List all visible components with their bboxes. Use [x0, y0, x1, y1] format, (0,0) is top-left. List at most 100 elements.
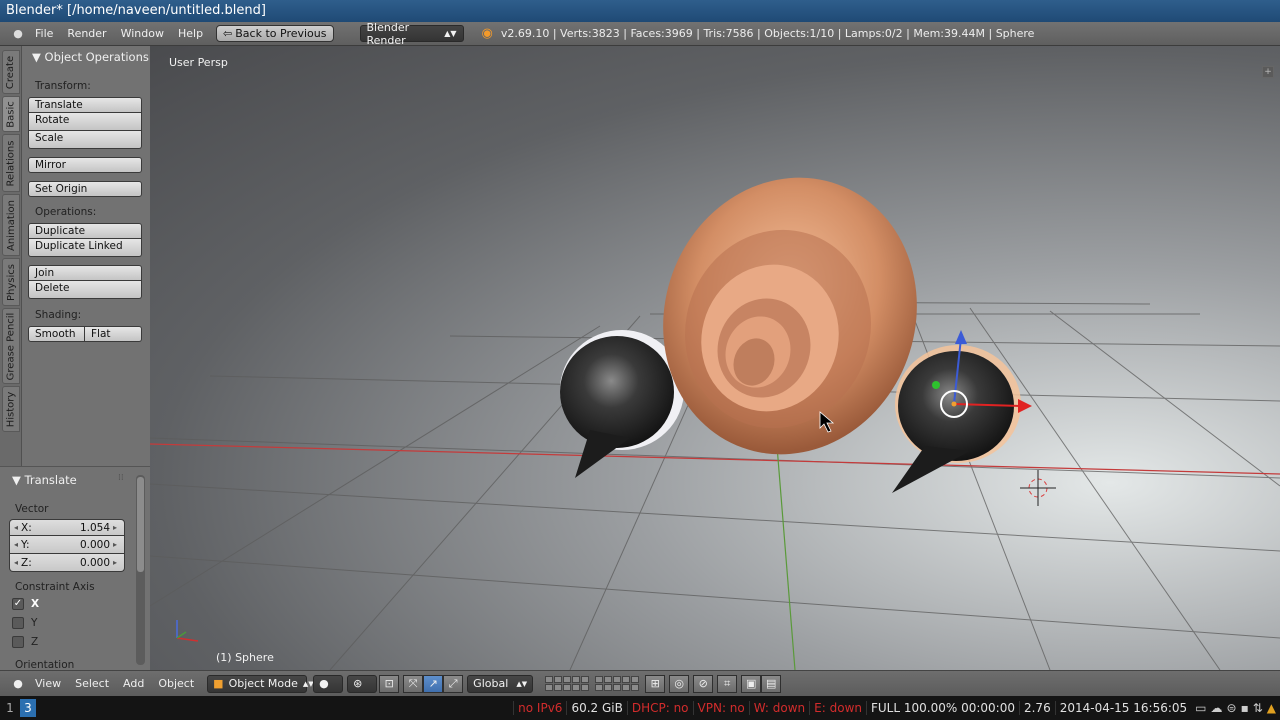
- transform-label: Transform:: [35, 80, 91, 92]
- layer-buttons-2[interactable]: [595, 676, 640, 691]
- cloud-icon[interactable]: ☁: [1211, 701, 1223, 715]
- translate-manipulator-icon[interactable]: ⤧: [403, 674, 424, 693]
- vector-z-field[interactable]: ◂ Z: 0.000 ▸: [9, 554, 125, 572]
- menu-select[interactable]: Select: [68, 677, 116, 690]
- properties-toggle-icon[interactable]: +: [1262, 66, 1274, 78]
- window-title: Blender* [/home/naveen/untitled.blend]: [0, 0, 1280, 22]
- snap-element-icon[interactable]: ⌗: [717, 674, 738, 693]
- menu-window[interactable]: Window: [114, 27, 171, 40]
- duplicate-linked-button[interactable]: Duplicate Linked: [28, 239, 142, 257]
- system-tray: ▭ ☁ ⊜ ▪ ⇅ ▲: [1191, 701, 1280, 715]
- mode-select[interactable]: ■ Object Mode ▲▼: [207, 674, 314, 693]
- render-engine-select[interactable]: Blender Render ▲▼: [359, 21, 464, 47]
- workspace-3[interactable]: 3: [20, 699, 36, 717]
- constraint-x-checkbox[interactable]: ✓ X: [12, 598, 39, 610]
- tab-physics[interactable]: Physics: [2, 258, 20, 306]
- opengl-render-icon[interactable]: ▣: [741, 674, 762, 693]
- 3d-cursor: [1020, 470, 1056, 506]
- tab-grease-pencil[interactable]: Grease Pencil: [2, 308, 20, 384]
- orientation-label: Orientation: [15, 659, 75, 670]
- shading-label: Shading:: [35, 309, 82, 321]
- vector-y-field[interactable]: ◂ Y: 0.000 ▸: [9, 536, 125, 554]
- vector-label: Vector: [15, 503, 49, 515]
- network-icon[interactable]: ⇅: [1253, 701, 1263, 715]
- increment-arrow-icon[interactable]: ▸: [113, 540, 120, 549]
- increment-arrow-icon[interactable]: ▸: [113, 523, 120, 532]
- operator-panel-header[interactable]: ▼ Translate: [12, 473, 77, 487]
- dhcp-status: DHCP: no: [626, 701, 693, 715]
- 3d-viewport[interactable]: User Persp (1) Sphere +: [150, 46, 1280, 670]
- menu-add[interactable]: Add: [116, 677, 151, 690]
- viewport-shading-select[interactable]: ●: [313, 674, 344, 693]
- ipv6-status: no IPv6: [513, 701, 566, 715]
- scrollbar-thumb[interactable]: [137, 477, 144, 572]
- layer-buttons[interactable]: [545, 676, 590, 691]
- tab-relations[interactable]: Relations: [2, 134, 20, 192]
- decrement-arrow-icon[interactable]: ◂: [14, 540, 21, 549]
- cube-icon: ■: [213, 677, 224, 690]
- scene-stats: v2.69.10 | Verts:3823 | Faces:3969 | Tri…: [500, 27, 1035, 40]
- tab-animation[interactable]: Animation: [2, 194, 20, 256]
- vector-x-field[interactable]: ◂ X: 1.054 ▸: [9, 519, 125, 536]
- update-icon[interactable]: ⊜: [1227, 701, 1237, 715]
- object-operations-header[interactable]: ▼ Object Operations: [32, 50, 149, 64]
- duplicate-button[interactable]: Duplicate: [28, 223, 142, 239]
- tool-shelf-tabs: Create Basic Relations Animation Physics…: [0, 46, 22, 466]
- constraint-z-checkbox[interactable]: Z: [12, 636, 38, 648]
- smooth-button[interactable]: Smooth: [28, 326, 85, 342]
- x-axis-line: [150, 443, 1280, 475]
- info-header: ● File Render Window Help ⇦ Back to Prev…: [0, 21, 1280, 47]
- decrement-arrow-icon[interactable]: ◂: [14, 523, 21, 532]
- decrement-arrow-icon[interactable]: ◂: [14, 558, 21, 567]
- proportional-edit-icon[interactable]: ◎: [669, 674, 690, 693]
- increment-arrow-icon[interactable]: ▸: [113, 558, 120, 567]
- ethernet-status: E: down: [809, 701, 866, 715]
- constraint-y-checkbox[interactable]: Y: [12, 617, 37, 629]
- scale-manipulator-icon[interactable]: ⤢: [443, 674, 464, 693]
- wifi-status: W: down: [748, 701, 809, 715]
- flat-button[interactable]: Flat: [85, 326, 142, 342]
- rotate-manipulator-icon[interactable]: ↗: [423, 674, 444, 693]
- view-axis-widget: [176, 620, 199, 642]
- menu-object[interactable]: Object: [151, 677, 201, 690]
- constraint-axis-label: Constraint Axis: [15, 581, 95, 593]
- mirror-button[interactable]: Mirror: [28, 157, 142, 173]
- datetime-status: 2014-04-15 16:56:05: [1054, 701, 1191, 715]
- editor-type-icon[interactable]: ●: [8, 27, 28, 40]
- manipulator-toggle-icon[interactable]: ⊡: [379, 674, 400, 693]
- pivot-point-select[interactable]: ⊛: [347, 674, 378, 693]
- menu-view[interactable]: View: [28, 677, 68, 690]
- menu-file[interactable]: File: [28, 27, 60, 40]
- snap-icon[interactable]: ⊘: [693, 674, 714, 693]
- scale-button[interactable]: Scale: [28, 131, 142, 149]
- tab-create[interactable]: Create: [2, 50, 20, 94]
- ear-object: [663, 177, 917, 455]
- viewport-scene[interactable]: [150, 46, 1280, 670]
- back-to-previous-button[interactable]: ⇦ Back to Previous: [216, 25, 334, 42]
- updown-arrow-icon: ▲▼: [444, 29, 457, 38]
- drive-icon[interactable]: ▭: [1195, 701, 1206, 715]
- set-origin-button[interactable]: Set Origin: [28, 181, 142, 197]
- delete-button[interactable]: Delete: [28, 281, 142, 299]
- warning-icon[interactable]: ▲: [1267, 701, 1276, 715]
- opengl-animation-icon[interactable]: ▤: [761, 674, 782, 693]
- 3d-view-header: ● View Select Add Object ■ Object Mode ▲…: [0, 670, 1280, 696]
- menu-help[interactable]: Help: [171, 27, 210, 40]
- translate-button[interactable]: Translate: [28, 97, 142, 113]
- chat-icon[interactable]: ▪: [1241, 701, 1249, 715]
- transform-orientation-select[interactable]: Global ▲▼: [467, 674, 534, 693]
- editor-type-icon[interactable]: ●: [8, 677, 28, 690]
- pivot-icon: ⊛: [353, 677, 363, 690]
- operator-panel: ▼ Translate ⁞⁞ Vector ◂ X: 1.054 ▸ ◂ Y: …: [0, 466, 150, 670]
- lock-layers-icon[interactable]: ⊞: [645, 674, 666, 693]
- disk-status: 60.2 GiB: [566, 701, 626, 715]
- blender-window: { "window": { "title": "Blender* [/home/…: [0, 0, 1280, 720]
- join-button[interactable]: Join: [28, 265, 142, 281]
- operator-panel-scrollbar[interactable]: [136, 475, 145, 665]
- tab-history[interactable]: History: [2, 386, 20, 432]
- workspace-1[interactable]: 1: [2, 699, 18, 717]
- rotate-button[interactable]: Rotate: [28, 113, 142, 131]
- grip-icon[interactable]: ⁞⁞: [118, 473, 130, 485]
- menu-render[interactable]: Render: [60, 27, 113, 40]
- tab-basic[interactable]: Basic: [2, 96, 20, 132]
